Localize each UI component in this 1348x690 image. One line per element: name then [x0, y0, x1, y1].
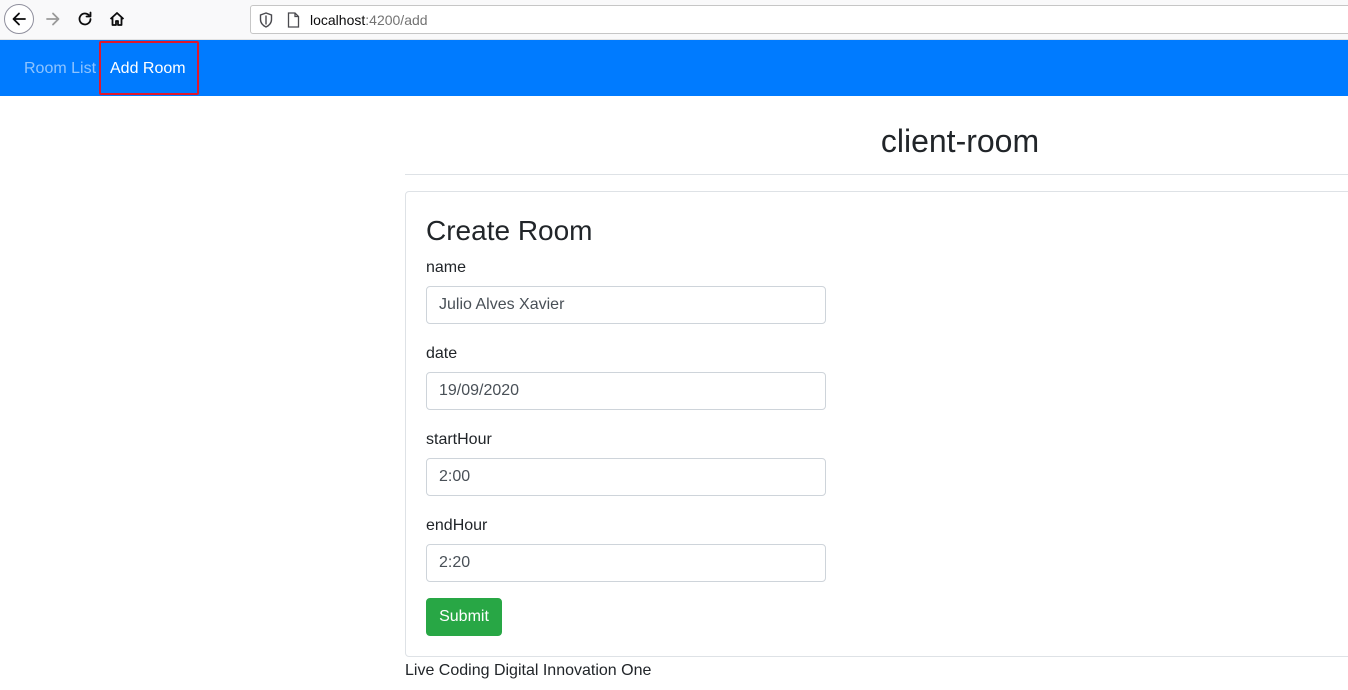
url-host: localhost [310, 12, 366, 28]
browser-toolbar: localhost:4200/add [0, 0, 1348, 40]
end-hour-input[interactable]: 2:20 [426, 544, 826, 582]
page-title: client-room [880, 123, 1040, 159]
footer-text: Live Coding Digital Innovation One [405, 662, 652, 679]
app-navbar: Room List Add Room [0, 40, 1348, 96]
title-divider [405, 174, 1348, 175]
nav-link-room-list[interactable]: Room List [24, 40, 96, 96]
name-input[interactable]: Julio Alves Xavier [426, 286, 826, 324]
create-room-card [405, 191, 1348, 657]
date-label: date [426, 345, 458, 362]
start-hour-label: startHour [426, 431, 492, 448]
url-bar[interactable]: localhost:4200/add [250, 5, 1348, 34]
date-input[interactable]: 19/09/2020 [426, 372, 826, 410]
start-hour-input[interactable]: 2:00 [426, 458, 826, 496]
forward-icon[interactable] [38, 4, 68, 34]
submit-button[interactable]: Submit [426, 598, 502, 636]
reload-icon[interactable] [70, 4, 100, 34]
form-title: Create Room [426, 215, 593, 246]
end-hour-label: endHour [426, 517, 488, 534]
active-link-highlight [99, 41, 199, 95]
shield-icon[interactable] [259, 12, 273, 28]
url-path: :4200/add [365, 12, 428, 28]
page-icon [287, 12, 300, 28]
back-icon[interactable] [4, 4, 34, 34]
name-label: name [426, 259, 467, 276]
home-icon[interactable] [102, 4, 132, 34]
url-text[interactable]: localhost:4200/add [310, 12, 428, 28]
